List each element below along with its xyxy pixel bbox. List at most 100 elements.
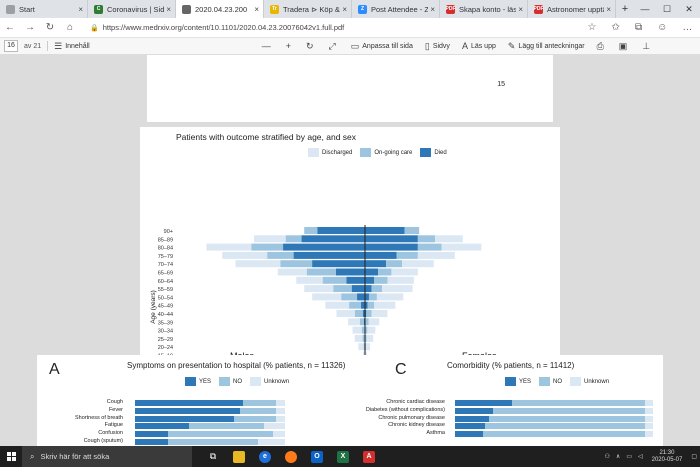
close-tab-icon[interactable]: × (606, 5, 611, 14)
outlook-icon[interactable]: O (304, 446, 330, 467)
bar-female-died (365, 227, 405, 234)
fit-page-icon: ▭ (350, 40, 360, 51)
bar-male-ongoing (362, 334, 365, 342)
bar-female-discharged (441, 243, 482, 251)
browser-tab[interactable]: 2020.04.23.200 × (176, 0, 264, 18)
favorites-icon[interactable]: ✩ (612, 22, 620, 33)
minus-icon: — (261, 41, 271, 51)
bar-no (243, 400, 276, 406)
close-tab-icon[interactable]: × (254, 5, 259, 14)
bar-no (484, 423, 646, 430)
pdf-page: 15 (147, 55, 553, 122)
close-tab-icon[interactable]: × (342, 5, 347, 14)
network-icon[interactable]: ▭ (626, 453, 632, 460)
task-view-icon[interactable]: ⧉ (200, 446, 226, 467)
bar-female-ongoing (368, 293, 377, 301)
bar-female-ongoing (374, 276, 388, 284)
legend-swatch-no (539, 377, 551, 386)
annotate-button[interactable]: ✎ Lägg till anteckningar (508, 41, 585, 52)
rotate-button[interactable]: ↻ (306, 41, 317, 52)
bar-male-discharged (354, 334, 363, 342)
bar-male-ongoing (354, 310, 363, 317)
pdf-viewer[interactable]: 15 Patients with outcome stratified by a… (0, 55, 700, 446)
bar-female-discharged (387, 276, 414, 284)
read-aloud-button[interactable]: A Läs upp (462, 41, 496, 51)
bar-female-discharged (368, 318, 380, 326)
row-label: Cough (sputum) (83, 438, 123, 444)
refresh-icon[interactable]: ↻ (40, 22, 60, 33)
tab-list: Start × C Coronavirus | Sida × 2020.04.23.200… (0, 0, 616, 18)
bar-no (482, 431, 646, 438)
browser-tab[interactable]: C Coronavirus | Sida × (88, 0, 176, 18)
taskbar-search[interactable]: ⌕ Skriv här för att söka (22, 446, 192, 467)
legend-swatch-yes (505, 377, 516, 386)
zoom-in-button[interactable]: + (286, 41, 294, 51)
windows-start-button[interactable] (0, 446, 22, 467)
profile-icon[interactable]: ☺ (657, 22, 667, 33)
bar-male-ongoing (285, 235, 302, 243)
bar-male-ongoing (306, 268, 336, 276)
browser-tab[interactable]: Tr Tradera ⊳ Köp & s × (264, 0, 352, 18)
firefox-icon[interactable] (278, 446, 304, 467)
legend-label: Unknown (264, 378, 290, 385)
favorite-star-icon[interactable]: ☆ (588, 22, 597, 33)
row-label: Shortness of breath (74, 414, 123, 421)
browser-tab[interactable]: Z Post Attendee - Zo × (352, 0, 440, 18)
pdf-red-icon: PDF (445, 4, 456, 14)
annotate-label: Lägg till anteckningar (518, 42, 585, 50)
minimize-icon[interactable]: — (634, 0, 656, 18)
file-explorer-icon[interactable] (226, 446, 252, 467)
close-tab-icon[interactable]: × (430, 5, 435, 14)
symptoms-legend: YES NO Unknown (177, 377, 289, 386)
more-icon[interactable]: … (682, 22, 692, 33)
browser-tab[interactable]: Start × (0, 0, 88, 18)
save-button[interactable]: ▣ (619, 41, 631, 52)
new-tab-button[interactable]: + (616, 0, 634, 18)
close-tab-icon[interactable]: × (518, 5, 523, 14)
excel-icon[interactable]: X (330, 446, 356, 467)
bar-no (168, 439, 258, 445)
volume-icon[interactable]: ◁ (638, 453, 643, 460)
search-icon: ⌕ (30, 451, 35, 461)
acrobat-icon[interactable]: A (356, 446, 382, 467)
bar-female-died (365, 268, 379, 276)
close-tab-icon[interactable]: × (166, 5, 171, 14)
bar-female-ongoing (386, 260, 402, 268)
bar-unk (645, 423, 653, 430)
clock[interactable]: 21:30 2020-05-07 (652, 450, 683, 464)
maximize-icon[interactable]: ☐ (656, 0, 678, 18)
forward-icon[interactable]: → (20, 22, 40, 33)
people-icon[interactable]: ⚇ (605, 453, 610, 460)
fit-to-page-button[interactable]: ▭ Anpassa till sida (351, 41, 413, 52)
home-icon[interactable]: ⌂ (60, 22, 80, 33)
chevron-up-icon[interactable]: ∧ (616, 453, 620, 460)
collections-icon[interactable]: ⧉ (635, 22, 642, 33)
pin-button[interactable]: ⊥ (642, 41, 653, 52)
bar-male-ongoing (251, 243, 284, 251)
fullscreen-button[interactable]: ⤢ (329, 41, 339, 52)
back-icon[interactable]: ← (0, 22, 20, 33)
tradera-icon: Tr (270, 4, 279, 14)
taskbar: ⌕ Skriv här för att söka ⧉ e O X A ⚇ ∧ ▭… (0, 446, 700, 467)
bar-unk (645, 431, 653, 438)
print-button[interactable]: ⎙ (597, 41, 607, 52)
contents-button[interactable]: ☰ Innehåll (54, 41, 90, 52)
bar-female-ongoing (365, 318, 369, 326)
close-window-icon[interactable]: ✕ (678, 0, 700, 18)
notifications-icon[interactable]: ▢ (691, 453, 697, 460)
age-tick-label: 35–39 (158, 320, 173, 326)
browser-tab[interactable]: PDF Astronomer upptä × (528, 0, 616, 18)
page-number-input[interactable]: 16 (4, 40, 18, 52)
bar-female-ongoing (417, 243, 442, 251)
close-tab-icon[interactable]: × (78, 5, 83, 14)
page-view-button[interactable]: ▯ Sidvy (425, 41, 450, 52)
browser-tab[interactable]: PDFSkapa konto - läs c× (440, 0, 528, 18)
url-field[interactable]: 🔒 https://www.medrxiv.org/content/10.110… (86, 20, 574, 35)
row-label: Diabetes (without complications) (365, 406, 445, 413)
search-placeholder: Skriv här för att söka (40, 452, 110, 461)
bar-female-ongoing (366, 310, 372, 317)
tab-title: Tradera ⊳ Köp & s (283, 4, 341, 14)
edge-icon[interactable]: e (252, 446, 278, 467)
zoom-out-button[interactable]: — (262, 41, 274, 51)
bar-no (492, 407, 646, 414)
